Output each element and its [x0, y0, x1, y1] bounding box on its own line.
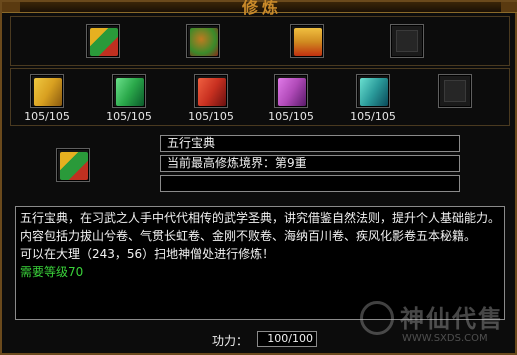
manual-count-3: 105/105	[188, 110, 234, 123]
location-text: 可以在大理（243，56）扫地神僧处进行修炼！	[20, 247, 275, 261]
selected-manual-slot[interactable]	[56, 148, 90, 182]
manual-slot-panel	[10, 68, 510, 126]
manual-slot-6-empty[interactable]	[438, 74, 472, 108]
watermark: 神仙代售 WWW.SXDS.COM	[360, 297, 515, 352]
manual-count-5: 105/105	[350, 110, 396, 123]
watermark-text: 神仙代售	[400, 305, 504, 333]
bundle-scroll-icon	[190, 28, 218, 56]
manual-name-field: 五行宝典	[160, 135, 460, 152]
top-slot-3[interactable]	[290, 24, 324, 58]
top-slot-2[interactable]	[186, 24, 220, 58]
title-corner-right	[501, 2, 517, 12]
manual-slot-3[interactable]	[194, 74, 228, 108]
manual-slot-1[interactable]	[30, 74, 64, 108]
top-slot-1[interactable]	[86, 24, 120, 58]
watermark-url: WWW.SXDS.COM	[402, 333, 488, 344]
teal-manual-icon	[360, 78, 388, 106]
manual-slot-2[interactable]	[112, 74, 146, 108]
manual-count-1: 105/105	[24, 110, 70, 123]
green-manual-icon	[116, 78, 144, 106]
title-bar: 修炼	[2, 0, 517, 17]
top-slot-4-empty[interactable]	[390, 24, 424, 58]
level-requirement-text: 需要等级70	[20, 265, 84, 279]
gold-manual-icon	[34, 78, 62, 106]
multicolor-book-icon	[90, 28, 118, 56]
manual-count-2: 105/105	[106, 110, 152, 123]
power-value: 100/100	[257, 331, 317, 347]
manual-slot-5[interactable]	[356, 74, 390, 108]
manual-count-4: 105/105	[268, 110, 314, 123]
title-corner-left	[2, 2, 20, 12]
red-manual-icon	[198, 78, 226, 106]
description-text: 五行宝典，在习武之人手中代代相传的武学圣典，讲究借鉴自然法则，提升个人基础能力。…	[20, 211, 501, 243]
watermark-logo-icon	[360, 301, 394, 335]
info-field-empty	[160, 175, 460, 192]
cultivation-level-field: 当前最高修炼境界：第9重	[160, 155, 460, 172]
top-slot-panel	[10, 16, 510, 66]
golden-chest-icon	[294, 28, 322, 56]
multicolor-book-icon	[60, 152, 88, 180]
power-label: 功力：	[212, 334, 249, 348]
purple-manual-icon	[278, 78, 306, 106]
manual-slot-4[interactable]	[274, 74, 308, 108]
cultivation-window: 修炼 105/105 105/105 105/105 105/105 105/1…	[0, 0, 517, 355]
